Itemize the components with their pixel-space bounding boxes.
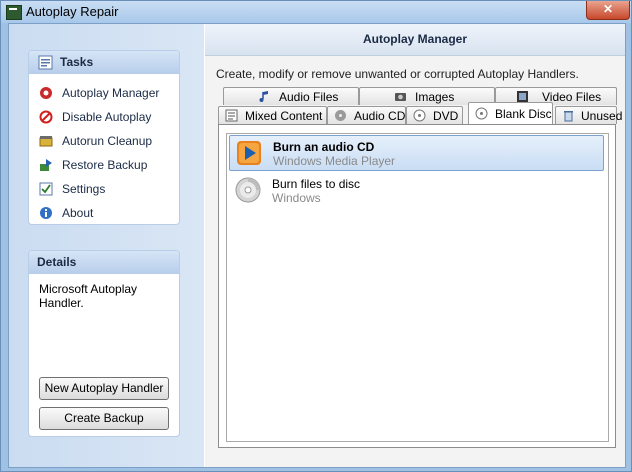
windows-media-player-icon [237, 141, 261, 165]
audio-cd-icon [335, 110, 346, 121]
handler-subtitle: Windows [272, 191, 321, 205]
tab-label: DVD [433, 109, 459, 123]
recycle-bin-icon [564, 111, 573, 122]
disable-icon [39, 110, 53, 124]
dvd-icon [413, 109, 426, 122]
list-item[interactable]: Burn an audio CD Windows Media Player [229, 135, 604, 171]
close-button[interactable]: ✕ [586, 1, 630, 20]
tab-label: Audio CD [354, 109, 406, 123]
handler-list[interactable]: Burn an audio CD Windows Media Player Bu… [226, 133, 609, 442]
restore-icon [40, 159, 52, 171]
tab-blank-disc[interactable]: Blank Disc [468, 102, 553, 124]
tab-content: Burn an audio CD Windows Media Player Bu… [218, 124, 616, 448]
page-description: Create, modify or remove unwanted or cor… [216, 67, 579, 81]
list-item[interactable]: Burn files to disc Windows [229, 173, 604, 209]
create-backup-button[interactable]: Create Backup [39, 407, 169, 430]
tab-label: Blank Disc [495, 107, 552, 121]
task-label: Restore Backup [62, 158, 148, 172]
new-autoplay-handler-button[interactable]: New Autoplay Handler [39, 377, 169, 400]
tab-label: Mixed Content [245, 109, 323, 123]
tasks-header: Tasks [29, 51, 179, 74]
cleanup-icon [39, 136, 53, 147]
task-label: Disable Autoplay [62, 110, 152, 124]
tab-mixed-content[interactable]: Mixed Content [218, 106, 327, 124]
handler-title: Burn files to disc [272, 177, 361, 191]
details-text: Microsoft Autoplay Handler. [39, 282, 138, 310]
mixed-content-icon [225, 109, 238, 122]
music-note-icon [259, 91, 268, 102]
blank-disc-icon [475, 107, 488, 120]
tasks-icon [38, 55, 53, 70]
right-pane: Autoplay Manager Create, modify or remov… [205, 24, 625, 467]
task-label: Autoplay Manager [62, 86, 160, 100]
tab-audio-files[interactable]: Audio Files [223, 87, 359, 105]
tab-unused[interactable]: Unused [555, 106, 622, 124]
page-title: Autoplay Manager [205, 24, 625, 56]
tab-audio-cd[interactable]: Audio CD [327, 106, 406, 124]
app-icon [6, 5, 22, 20]
handler-title: Burn an audio CD [273, 140, 375, 154]
task-label: Autorun Cleanup [62, 134, 153, 148]
camera-icon [395, 93, 406, 101]
client-area: Tasks Autoplay Manager Disable Autoplay … [8, 23, 626, 468]
disc-burn-icon [235, 177, 261, 203]
settings-icon [39, 182, 53, 196]
tab-label: Unused [581, 109, 623, 123]
tab-dvd[interactable]: DVD [406, 106, 463, 124]
app-window: Autoplay Repair ✕ Tasks Autoplay Manager… [0, 0, 632, 472]
autoplay-manager-icon [40, 87, 52, 99]
task-label: About [62, 206, 94, 220]
details-header: Details [29, 251, 179, 274]
left-pane: Tasks Autoplay Manager Disable Autoplay … [9, 24, 204, 467]
tab-label: Audio Files [279, 90, 339, 104]
about-icon [40, 207, 52, 219]
tasks-title: Tasks [60, 55, 94, 69]
task-label: Settings [62, 182, 106, 196]
window-title: Autoplay Repair [26, 4, 119, 19]
tab-label: Images [415, 90, 455, 104]
handler-subtitle: Windows Media Player [273, 154, 396, 168]
title-bar[interactable]: Autoplay Repair ✕ [1, 1, 631, 23]
tasks-panel: Tasks Autoplay Manager Disable Autoplay … [28, 50, 180, 225]
